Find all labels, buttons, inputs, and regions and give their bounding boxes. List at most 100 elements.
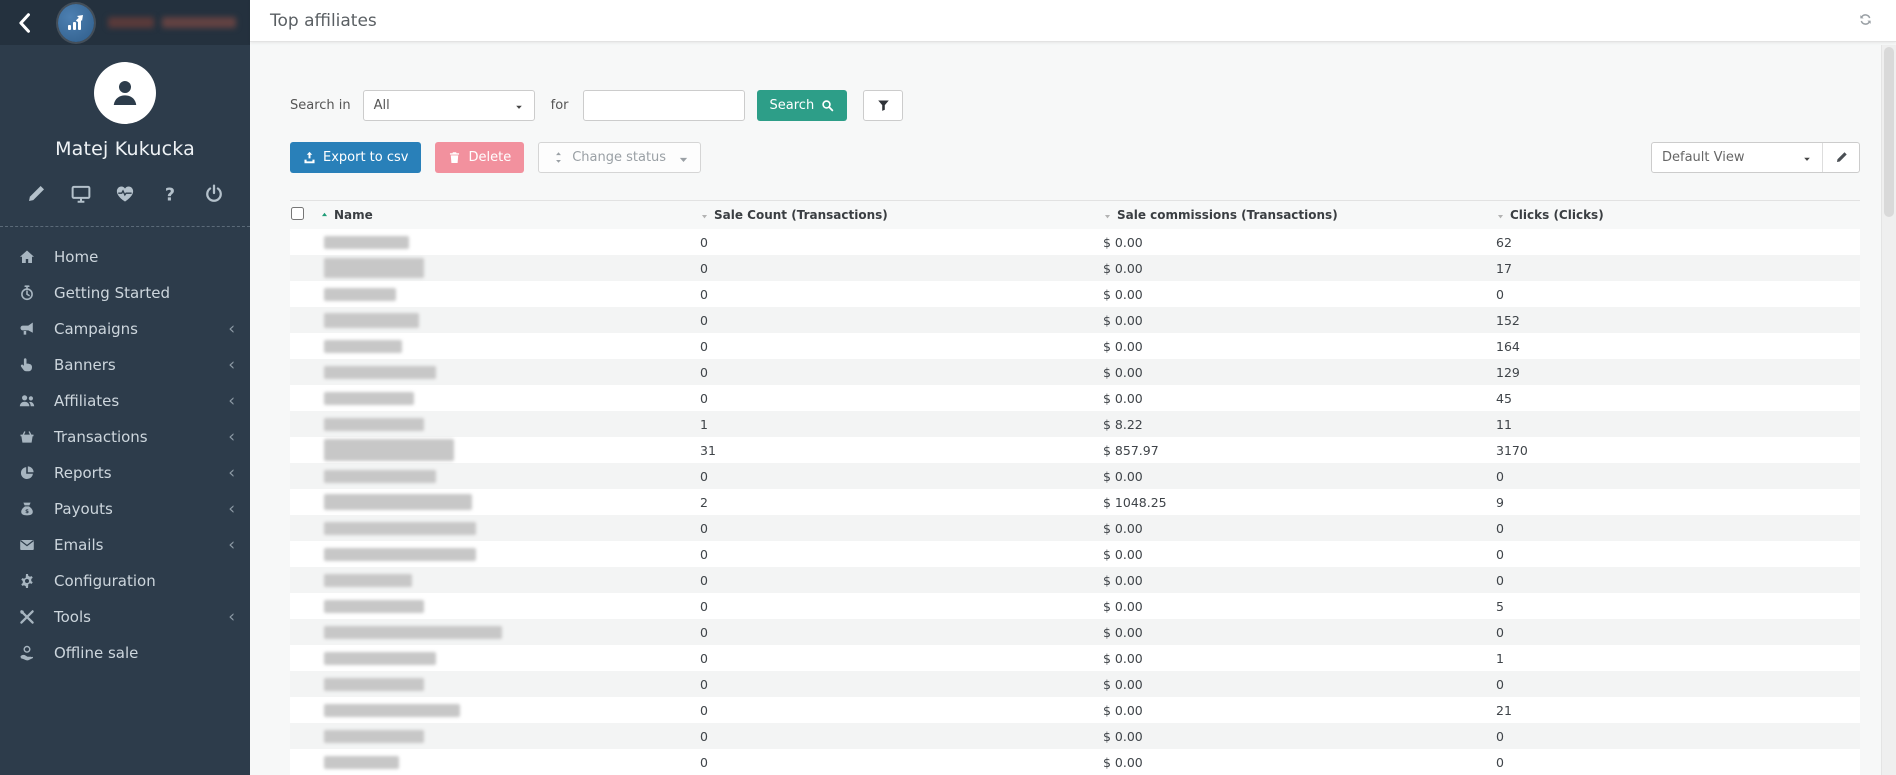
table-row[interactable]: 0 $ 0.00 164 [290,333,1860,359]
sale-count-cell: 0 [700,728,708,744]
table-row[interactable]: 0 $ 0.00 62 [290,229,1860,255]
view-select[interactable]: Default View [1652,143,1822,172]
table-row[interactable]: 0 $ 0.00 0 [290,281,1860,307]
sidebar-item-transactions[interactable]: Transactions ‹ [0,419,250,455]
refresh-icon[interactable] [1858,12,1876,30]
sidebar-item-emails[interactable]: Emails ‹ [0,527,250,563]
sale-count-cell: 0 [700,676,708,692]
table-row[interactable]: 2 $ 1048.25 9 [290,489,1860,515]
sidebar-item-getting-started[interactable]: Getting Started [0,275,250,311]
column-header-clicks[interactable]: Clicks (Clicks) [1496,208,1860,222]
hand-pointer-icon [19,357,37,373]
sidebar-item-banners[interactable]: Banners ‹ [0,347,250,383]
table-row[interactable]: 0 $ 0.00 129 [290,359,1860,385]
affiliate-name-cell [320,235,700,249]
table-row[interactable]: 0 $ 0.00 0 [290,749,1860,775]
search-scope-select[interactable]: All [362,90,535,121]
select-all-checkbox[interactable] [291,207,304,220]
sale-commissions-cell: $ 0.00 [1103,520,1143,536]
scrollbar-thumb[interactable] [1884,47,1894,217]
sale-count-cell: 0 [700,390,708,406]
table-row[interactable]: 0 $ 0.00 0 [290,567,1860,593]
table-row[interactable]: 0 $ 0.00 21 [290,697,1860,723]
table-body: 0 $ 0.00 62 0 $ 0.00 17 0 $ 0.00 0 0 $ 0.00 152 0 $ 0… [290,229,1860,775]
sale-commissions-cell: $ 0.00 [1103,728,1143,744]
redacted-name [324,235,409,249]
sidebar-item-payouts[interactable]: $ Payouts ‹ [0,491,250,527]
search-in-label: Search in [290,98,351,113]
table-row[interactable]: 0 $ 0.00 0 [290,671,1860,697]
pencil-icon[interactable] [26,184,46,204]
column-header-name[interactable]: Name [320,208,700,222]
tools-icon [19,609,37,625]
redacted-name [324,703,460,717]
sidebar-item-label: Payouts [54,500,113,518]
table-row[interactable]: 0 $ 0.00 0 [290,723,1860,749]
home-icon [19,249,37,265]
chevron-left-icon: ‹ [228,498,235,519]
column-header-sale-commissions[interactable]: Sale commissions (Transactions) [1103,208,1496,222]
table-row[interactable]: 0 $ 0.00 152 [290,307,1860,333]
redacted-name [324,677,424,691]
sidebar: Matej Kukucka ? Home Getting Started Campa… [0,0,250,775]
sale-count-cell: 0 [700,650,708,666]
sidebar-item-home[interactable]: Home [0,239,250,275]
search-input[interactable] [582,90,745,121]
sale-commissions-cell: $ 0.00 [1103,624,1143,640]
table-row[interactable]: 0 $ 0.00 0 [290,619,1860,645]
question-icon[interactable]: ? [160,184,180,205]
sale-commissions-cell: $ 0.00 [1103,338,1143,354]
sidebar-item-configuration[interactable]: Configuration [0,563,250,599]
sale-count-cell: 0 [700,468,708,484]
filter-button[interactable] [863,90,904,121]
change-status-label: Change status [572,150,667,165]
table-row[interactable]: 0 $ 0.00 17 [290,255,1860,281]
pie-chart-icon [19,465,37,481]
sale-commissions-cell: $ 0.00 [1103,312,1143,328]
collapse-sidebar-icon[interactable] [14,12,36,34]
table-row[interactable]: 31 $ 857.97 3170 [290,437,1860,463]
view-select-value: Default View [1662,150,1745,165]
sidebar-item-offline-sale[interactable]: Offline sale [0,635,250,671]
redacted-name [324,755,399,769]
clicks-cell: 0 [1496,468,1504,484]
delete-label: Delete [468,150,512,165]
monitor-icon[interactable] [71,184,91,204]
affiliate-name-cell [320,391,700,405]
toolbar-row: Export to csv Delete Change status Defau… [290,142,1860,173]
clicks-cell: 45 [1496,390,1512,406]
pencil-icon [1836,152,1847,163]
sidebar-item-label: Banners [54,356,116,374]
sale-commissions-cell: $ 0.00 [1103,676,1143,692]
vertical-scrollbar[interactable] [1881,45,1896,775]
table-row[interactable]: 0 $ 0.00 5 [290,593,1860,619]
redacted-name [324,417,424,431]
edit-view-button[interactable] [1822,143,1859,172]
power-icon[interactable] [204,184,224,204]
upload-icon [304,151,315,164]
chevron-left-icon: ‹ [228,318,235,339]
megaphone-icon [19,321,37,337]
sidebar-item-reports[interactable]: Reports ‹ [0,455,250,491]
search-button[interactable]: Search [756,90,848,121]
column-header-sale-count[interactable]: Sale Count (Transactions) [700,208,1103,222]
heartbeat-icon[interactable] [115,184,135,204]
sidebar-item-campaigns[interactable]: Campaigns ‹ [0,311,250,347]
affiliate-name-cell [320,677,700,691]
table-row[interactable]: 1 $ 8.22 11 [290,411,1860,437]
sale-count-cell: 0 [700,624,708,640]
caret-down-icon [514,101,524,111]
sidebar-item-tools[interactable]: Tools ‹ [0,599,250,635]
sidebar-item-affiliates[interactable]: Affiliates ‹ [0,383,250,419]
export-csv-button[interactable]: Export to csv [290,142,422,173]
table-row[interactable]: 0 $ 0.00 0 [290,515,1860,541]
table-row[interactable]: 0 $ 0.00 0 [290,463,1860,489]
main-area: Top affiliates Search in All for Search [250,0,1896,775]
table-row[interactable]: 0 $ 0.00 45 [290,385,1860,411]
delete-button[interactable]: Delete [435,142,525,173]
change-status-button[interactable]: Change status [538,142,702,173]
table-row[interactable]: 0 $ 0.00 1 [290,645,1860,671]
redacted-name [324,729,424,743]
sale-commissions-cell: $ 0.00 [1103,754,1143,770]
table-row[interactable]: 0 $ 0.00 0 [290,541,1860,567]
